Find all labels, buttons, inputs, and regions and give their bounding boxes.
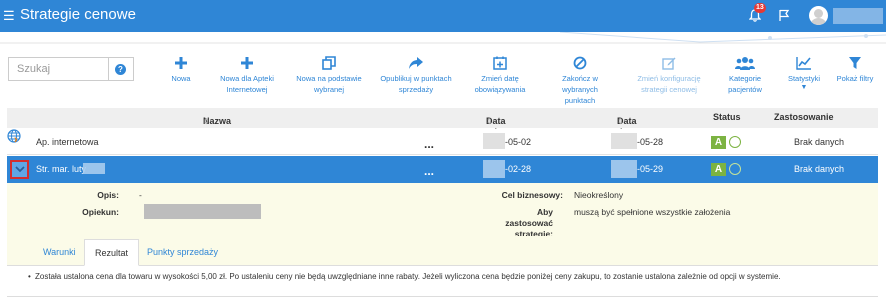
flag-icon[interactable]: [778, 9, 790, 22]
line-chart-icon: [796, 57, 811, 70]
header-decoration: [0, 32, 886, 44]
toolbar-end-label: Zakończ w wybranych punktach: [562, 74, 598, 105]
chevron-right-icon[interactable]: ›: [14, 135, 18, 146]
redacted-date: [611, 133, 637, 149]
toolbar-stats-button[interactable]: Statystyki ▼: [786, 56, 822, 92]
toolbar-filters-button[interactable]: Pokaż filtry: [834, 56, 876, 84]
detail-cel-label: Cel biznesowy:: [501, 190, 563, 200]
ban-icon: [573, 56, 587, 70]
toolbar-publish-button[interactable]: Opublikuj w punktach sprzedaży: [380, 56, 452, 95]
sort-icon: ⇕: [203, 117, 210, 126]
row-name: Str. mar. luty: [36, 164, 87, 174]
table-row-selected[interactable]: Str. mar. luty ... -02-28 -05-29 A Brak …: [7, 156, 878, 183]
filter-icon: [849, 57, 861, 69]
detail-panel: Opis: - Opiekun: Cel biznesowy: Nieokreś…: [7, 183, 878, 239]
toolbar-publish-label: Opublikuj w punktach sprzedaży: [380, 74, 452, 94]
row-usage: Brak danych: [794, 164, 845, 174]
sort-icon: ⇕: [486, 117, 493, 126]
column-header-status: Status: [713, 112, 741, 122]
table-header: Nazwa ⇕ Data od ⇕ Data do ⇕ Status Zasto…: [7, 108, 878, 137]
toolbar-new-based-button[interactable]: Nowa na podstawie wybranej: [293, 56, 365, 95]
toolbar-change-date-label: Zmień datę obowiązywania: [474, 74, 526, 94]
toolbar-change-date-button[interactable]: Zmień datę obowiązywania: [472, 56, 528, 95]
row-date-to: -05-28: [637, 137, 664, 147]
redacted-text: [83, 163, 105, 174]
toolbar-stats-label: Statystyki: [787, 74, 821, 83]
help-icon: ?: [115, 64, 126, 75]
toolbar-categories-button[interactable]: Kategorie pacjentów: [712, 56, 778, 95]
toolbar-filters-label: Pokaż filtry: [836, 74, 874, 83]
copy-icon: [322, 56, 336, 70]
users-icon: [735, 57, 755, 70]
notification-badge: 13: [754, 3, 766, 13]
row-actions-button[interactable]: ...: [424, 165, 434, 177]
detail-cel-value: Nieokreślony: [574, 190, 624, 200]
redacted-opiekun-value: [144, 204, 261, 219]
row-date-from: -05-02: [505, 137, 532, 147]
top-bar: ☰ Strategie cenowe 13: [0, 0, 886, 32]
toolbar-new-internet-button[interactable]: Nowa dla Apteki Internetowej: [214, 56, 280, 95]
toolbar-new-label: Nowa: [171, 74, 191, 83]
app-root: ☰ Strategie cenowe 13 Szukaj ? Nowa Nowa…: [0, 0, 886, 304]
sort-icon: ⇕: [617, 117, 624, 126]
row-usage: Brak danych: [794, 137, 845, 147]
result-text: Została ustalona cena dla towaru w wysok…: [7, 266, 878, 296]
detail-aby-value: muszą być spełnione wszystkie założenia: [574, 207, 731, 217]
row-date-to: -05-29: [637, 164, 664, 174]
toolbar-config-label: Zmień konfigurację strategii cenowej: [637, 74, 701, 94]
detail-opis-value: -: [139, 190, 142, 200]
row-name: Ap. internetowa: [36, 137, 99, 147]
toolbar-new-button[interactable]: Nowa: [166, 56, 196, 84]
row-actions-button[interactable]: ...: [424, 138, 434, 150]
tab-punkty-sprzedazy[interactable]: Punkty sprzedaży: [137, 239, 228, 266]
avatar[interactable]: [809, 6, 828, 25]
divider: [7, 296, 878, 297]
tab-rezultat[interactable]: Rezultat: [84, 239, 140, 266]
toolbar-new-based-label: Nowa na podstawie wybranej: [296, 74, 362, 94]
toolbar-end-button[interactable]: Zakończ w wybranych punktach: [546, 56, 614, 106]
redacted-date: [483, 133, 505, 149]
detail-opiekun-label: Opiekun:: [82, 207, 119, 217]
page-title: Strategie cenowe: [20, 6, 136, 23]
row-date-from: -02-28: [505, 164, 532, 174]
calendar-plus-icon: [493, 56, 507, 70]
status-badge: A: [711, 163, 726, 176]
toolbar-config-button[interactable]: Zmień konfigurację strategii cenowej: [632, 56, 706, 95]
hamburger-icon[interactable]: ☰: [3, 8, 15, 24]
search-input[interactable]: Szukaj: [8, 57, 109, 81]
check-circle-icon: [729, 136, 741, 148]
tab-bar: Warunki Rezultat Punkty sprzedaży: [7, 236, 878, 266]
chevron-down-icon: [15, 166, 25, 173]
status-badge: A: [711, 136, 726, 149]
redacted-date: [483, 160, 505, 178]
search-help-button[interactable]: ?: [109, 57, 134, 81]
expand-toggle-button[interactable]: [10, 160, 29, 179]
share-arrow-icon: [409, 57, 423, 69]
column-header-usage: Zastosowanie: [774, 112, 834, 122]
detail-opis-label: Opis:: [97, 190, 119, 200]
edit-icon: [662, 57, 676, 70]
table-row[interactable]: › Ap. internetowa ... -05-02 -05-28 A Br…: [7, 129, 878, 155]
redacted-date: [611, 160, 637, 178]
plus-icon: [175, 57, 187, 69]
toolbar-categories-label: Kategorie pacjentów: [728, 74, 762, 94]
check-circle-icon: [729, 163, 741, 175]
tab-warunki[interactable]: Warunki: [33, 239, 86, 266]
plus-icon: [241, 57, 253, 69]
toolbar-new-internet-label: Nowa dla Apteki Internetowej: [220, 74, 274, 94]
chevron-down-icon: ▼: [800, 84, 808, 91]
username-redacted[interactable]: [833, 8, 883, 24]
